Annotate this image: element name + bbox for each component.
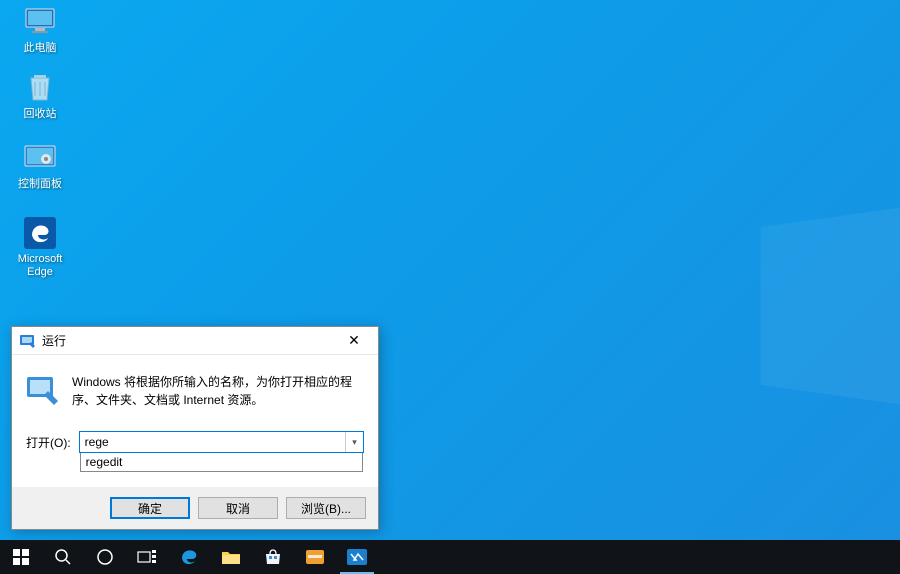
run-dialog: 运行 ✕ Windows 将根据你所输入的名称，为你打开相应的程序、文件夹、文档…: [11, 326, 379, 530]
desktop-icon-microsoft-edge[interactable]: Microsoft Edge: [6, 215, 74, 279]
run-input[interactable]: [80, 432, 345, 452]
wallpaper-windows-logo: [650, 0, 900, 540]
windows-icon: [13, 549, 29, 565]
close-button[interactable]: ✕: [332, 328, 376, 354]
ok-button[interactable]: 确定: [110, 497, 190, 519]
circle-icon: [96, 548, 114, 566]
cortana-button[interactable]: [84, 540, 126, 574]
run-title-icon: [20, 333, 36, 349]
taskbar-file-explorer[interactable]: [210, 540, 252, 574]
run-open-label: 打开(O):: [26, 434, 71, 451]
taskview-icon: [137, 549, 157, 565]
run-description: Windows 将根据你所输入的名称，为你打开相应的程序、文件夹、文档或 Int…: [72, 373, 364, 409]
folder-icon: [221, 549, 241, 565]
run-titlebar[interactable]: 运行 ✕: [12, 327, 378, 355]
recycle-bin-icon: [22, 70, 58, 106]
control-panel-icon: [22, 140, 58, 176]
microsoft-edge-icon: [22, 215, 58, 251]
autocomplete-item[interactable]: regedit: [81, 453, 362, 471]
search-icon: [54, 548, 72, 566]
this-pc-icon: [22, 4, 58, 40]
run-button-bar: 确定 取消 浏览(B)...: [12, 487, 378, 529]
cancel-button[interactable]: 取消: [198, 497, 278, 519]
run-combobox[interactable]: ▾ regedit: [79, 431, 364, 453]
desktop-icon-label: 回收站: [6, 108, 74, 121]
start-button[interactable]: [0, 540, 42, 574]
desktop-icon-this-pc[interactable]: 此电脑: [6, 4, 74, 55]
desktop-icon-control-panel[interactable]: 控制面板: [6, 140, 74, 191]
run-big-icon: [26, 373, 60, 407]
task-view-button[interactable]: [126, 540, 168, 574]
app-icon: [305, 549, 325, 565]
taskbar-app-2[interactable]: [336, 540, 378, 574]
autocomplete-dropdown: regedit: [80, 453, 363, 472]
desktop-icon-label: 控制面板: [6, 178, 74, 191]
taskbar-store[interactable]: [252, 540, 294, 574]
desktop-icon-label: Microsoft Edge: [6, 253, 74, 279]
close-icon: ✕: [348, 332, 360, 349]
run-title: 运行: [42, 332, 332, 349]
browse-button[interactable]: 浏览(B)...: [286, 497, 366, 519]
taskbar-app-1[interactable]: [294, 540, 336, 574]
desktop-icon-recycle-bin[interactable]: 回收站: [6, 70, 74, 121]
store-icon: [264, 548, 282, 566]
app-icon: [346, 548, 368, 566]
desktop-icon-label: 此电脑: [6, 42, 74, 55]
chevron-down-icon[interactable]: ▾: [345, 432, 363, 452]
taskbar-edge[interactable]: [168, 540, 210, 574]
search-button[interactable]: [42, 540, 84, 574]
taskbar: [0, 540, 900, 574]
edge-icon: [179, 547, 199, 567]
